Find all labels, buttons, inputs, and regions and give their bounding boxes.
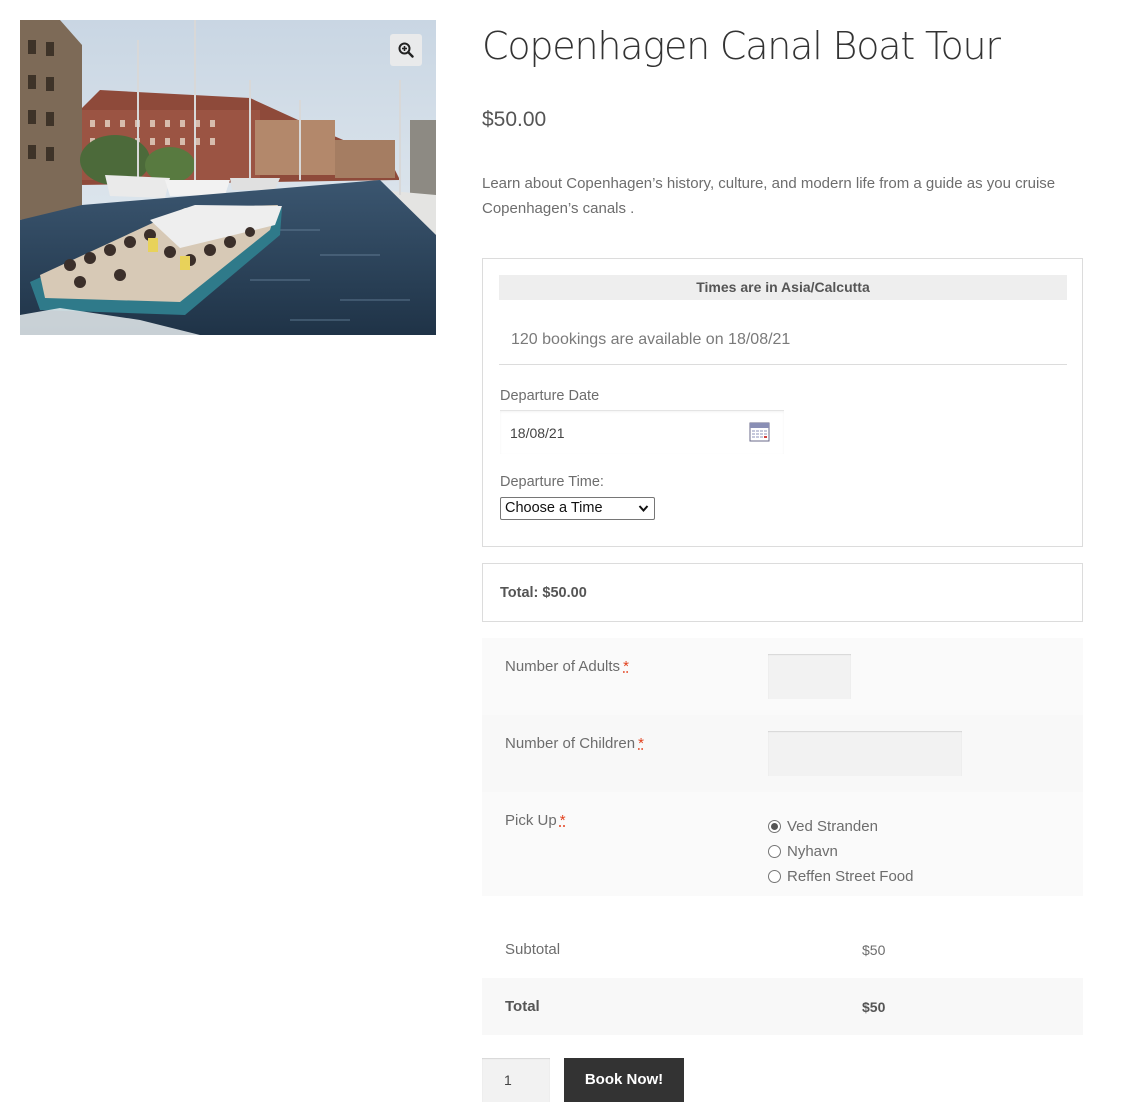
children-row: Number of Children * [482, 715, 1083, 792]
departure-time-label: Departure Time: [500, 474, 604, 490]
total-value: $50 [862, 999, 886, 1015]
canal-photo [20, 20, 436, 335]
product-title: Copenhagen Canal Boat Tour [482, 24, 1001, 68]
adults-label: Number of Adults * [505, 658, 629, 675]
children-input[interactable] [768, 731, 962, 776]
adults-row: Number of Adults * [482, 638, 1083, 715]
subtotal-label: Subtotal [505, 941, 561, 958]
pickup-label: Pick Up * [505, 812, 566, 829]
pickup-radio-group: Ved Stranden Nyhavn Reffen Street Food [768, 814, 913, 889]
pickup-option-label: Ved Stranden [787, 818, 878, 835]
required-mark: * [559, 812, 566, 829]
booking-form: Times are in Asia/Calcutta 120 bookings … [482, 258, 1083, 547]
chevron-down-icon [638, 505, 649, 513]
quantity-input[interactable]: 1 [482, 1058, 550, 1102]
departure-date-field[interactable]: 18/08/21 [500, 410, 784, 454]
departure-time-selected: Choose a Time [505, 500, 603, 516]
total-row: Total $50 [482, 978, 1083, 1035]
zoom-in-icon [398, 42, 414, 58]
product-description: Learn about Copenhagen’s history, cultur… [482, 175, 1056, 217]
departure-time-select[interactable]: Choose a Time [500, 497, 655, 520]
pickup-option-label: Reffen Street Food [787, 868, 914, 885]
zoom-button[interactable] [390, 34, 422, 66]
radio-button[interactable] [768, 870, 781, 883]
pickup-row: Pick Up * Ved Stranden Nyhavn Reffen Stre… [482, 792, 1083, 896]
departure-date-label: Departure Date [500, 388, 600, 404]
pickup-option[interactable]: Nyhavn [768, 839, 913, 864]
pickup-option[interactable]: Reffen Street Food [768, 864, 913, 889]
total-label: Total [505, 998, 540, 1015]
booking-total: Total: $50.00 [500, 585, 587, 601]
children-label: Number of Children * [505, 735, 644, 752]
availability-text: 120 bookings are available on 18/08/21 [511, 331, 791, 348]
pickup-option[interactable]: Ved Stranden [768, 814, 913, 839]
radio-button-checked[interactable] [768, 820, 781, 833]
divider [499, 364, 1067, 365]
departure-date-value: 18/08/21 [510, 425, 565, 441]
radio-button[interactable] [768, 845, 781, 858]
calendar-icon[interactable] [749, 421, 770, 442]
booking-total-box: Total: $50.00 [482, 563, 1083, 622]
extra-fields: Number of Adults * Number of Children * Pi… [482, 638, 1083, 896]
subtotal-row: Subtotal $50 [482, 921, 1083, 978]
required-mark: * [638, 735, 644, 752]
timezone-notice: Times are in Asia/Calcutta [499, 275, 1067, 300]
product-price: $50.00 [482, 108, 547, 131]
adults-input[interactable] [768, 654, 851, 699]
required-mark: * [623, 658, 629, 675]
product-image[interactable] [20, 20, 436, 335]
book-now-button[interactable]: Book Now! [564, 1058, 684, 1102]
pickup-option-label: Nyhavn [787, 843, 838, 860]
subtotal-value: $50 [862, 942, 886, 958]
